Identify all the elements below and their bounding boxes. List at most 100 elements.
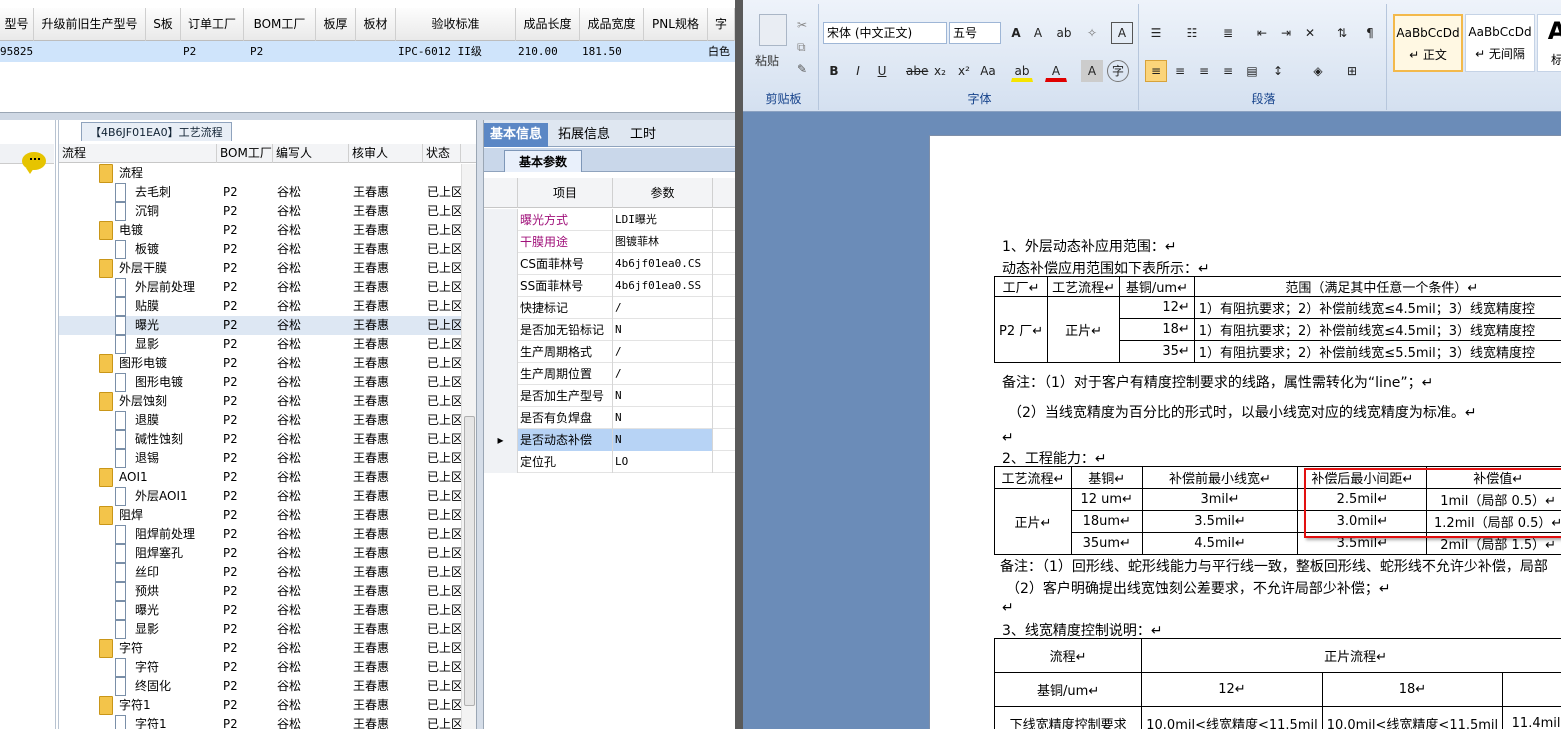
tab-basic-params[interactable]: 基本参数 bbox=[504, 150, 583, 172]
style-no-spacing[interactable]: AaBbCcDd ↵ 无间隔 bbox=[1465, 14, 1535, 72]
clear-format-icon[interactable]: ✧ bbox=[1081, 22, 1103, 44]
param-value[interactable]: N bbox=[613, 407, 713, 429]
col-header[interactable]: PNL规格 bbox=[644, 8, 708, 41]
param-row[interactable]: 快捷标记 / bbox=[484, 297, 735, 319]
vertical-splitter[interactable] bbox=[476, 120, 484, 729]
subscript-icon[interactable]: x₂ bbox=[929, 60, 951, 82]
text-effect-icon[interactable]: Aa bbox=[977, 60, 999, 82]
tree-row[interactable]: 曝光 P2 谷松 王春惠 已上区 bbox=[59, 316, 477, 335]
param-value[interactable]: 4b6jf01ea0.SS bbox=[613, 275, 713, 297]
row-indicator[interactable] bbox=[484, 253, 518, 275]
numbering-icon[interactable]: ☷ bbox=[1181, 22, 1203, 44]
tree-row[interactable]: 板镀 P2 谷松 王春惠 已上区 bbox=[59, 240, 477, 259]
char-border-icon[interactable]: A bbox=[1111, 22, 1133, 44]
grow-font-icon[interactable]: A bbox=[1005, 22, 1027, 44]
paste-icon[interactable] bbox=[759, 14, 787, 46]
decrease-indent-icon[interactable]: ⇤ bbox=[1251, 22, 1273, 44]
tree-row[interactable]: 显影 P2 谷松 王春惠 已上区 bbox=[59, 335, 477, 354]
tree-row[interactable]: 外层干膜 P2 谷松 王春惠 已上区 bbox=[59, 259, 477, 278]
increase-indent-icon[interactable]: ⇥ bbox=[1275, 22, 1297, 44]
tree-row[interactable]: 沉铜 P2 谷松 王春惠 已上区 bbox=[59, 202, 477, 221]
tree-row[interactable]: 阻焊塞孔 P2 谷松 王春惠 已上区 bbox=[59, 544, 477, 563]
italic-icon[interactable]: I bbox=[847, 60, 869, 82]
row-indicator[interactable] bbox=[484, 209, 518, 231]
justify-icon[interactable]: ≡ bbox=[1217, 60, 1239, 82]
tree-row[interactable]: 阻焊前处理 P2 谷松 王春惠 已上区 bbox=[59, 525, 477, 544]
line-spacing-icon[interactable]: ↕ bbox=[1267, 60, 1289, 82]
sort-icon[interactable]: ⇅ bbox=[1331, 22, 1353, 44]
col-header[interactable]: BOM工厂 bbox=[217, 144, 273, 163]
tree-row[interactable]: 预烘 P2 谷松 王春惠 已上区 bbox=[59, 582, 477, 601]
superscript-icon[interactable]: x² bbox=[953, 60, 975, 82]
col-header[interactable]: 参数 bbox=[613, 178, 713, 208]
row-indicator[interactable] bbox=[484, 385, 518, 407]
tree-row[interactable]: 外层AOI1 P2 谷松 王春惠 已上区 bbox=[59, 487, 477, 506]
tree-row[interactable]: 去毛刺 P2 谷松 王春惠 已上区 bbox=[59, 183, 477, 202]
tab-basic-info[interactable]: 基本信息 bbox=[484, 123, 548, 147]
shading-icon[interactable]: ◈ bbox=[1307, 60, 1329, 82]
param-value[interactable]: N bbox=[613, 429, 713, 451]
param-value[interactable]: / bbox=[613, 341, 713, 363]
row-indicator[interactable] bbox=[484, 451, 518, 473]
chinese-layout-icon[interactable]: ✕ bbox=[1299, 22, 1321, 44]
param-value[interactable]: N bbox=[613, 319, 713, 341]
tree-row[interactable]: AOI1 P2 谷松 王春惠 已上区 bbox=[59, 468, 477, 487]
row-indicator[interactable] bbox=[484, 275, 518, 297]
font-name-combo[interactable]: 宋体 (中文正文) bbox=[823, 22, 947, 44]
tree-row[interactable]: 字符1 P2 谷松 王春惠 已上区 bbox=[59, 715, 477, 729]
param-row[interactable]: ▸ 是否动态补偿 N bbox=[484, 429, 735, 451]
tree-row[interactable]: 外层蚀刻 P2 谷松 王春惠 已上区 bbox=[59, 392, 477, 411]
multilevel-icon[interactable]: ≣ bbox=[1217, 22, 1239, 44]
row-indicator[interactable] bbox=[484, 297, 518, 319]
col-header[interactable]: 订单工厂 bbox=[181, 8, 244, 41]
param-row[interactable]: 干膜用途 图镀菲林 bbox=[484, 231, 735, 253]
underline-icon[interactable]: U bbox=[871, 60, 893, 82]
tree-row[interactable]: 图形电镀 P2 谷松 王春惠 已上区 bbox=[59, 373, 477, 392]
param-row[interactable]: CS面菲林号 4b6jf01ea0.CS bbox=[484, 253, 735, 275]
tree-row[interactable]: 终固化 P2 谷松 王春惠 已上区 bbox=[59, 677, 477, 696]
tree-row[interactable]: 外层前处理 P2 谷松 王春惠 已上区 bbox=[59, 278, 477, 297]
col-header[interactable]: 板厚 bbox=[316, 8, 356, 41]
tree-row[interactable]: 字符1 P2 谷松 王春惠 已上区 bbox=[59, 696, 477, 715]
align-left-icon[interactable]: ≡ bbox=[1145, 60, 1167, 82]
row-indicator[interactable] bbox=[484, 341, 518, 363]
style-normal[interactable]: AaBbCcDd ↵ 正文 bbox=[1393, 14, 1463, 72]
copy-icon[interactable]: ⧉ bbox=[797, 40, 806, 55]
enclose-char-icon[interactable]: 字 bbox=[1107, 60, 1129, 82]
char-shading-icon[interactable]: A bbox=[1081, 60, 1103, 82]
style-heading[interactable]: A 标 bbox=[1537, 14, 1561, 72]
row-indicator[interactable] bbox=[484, 319, 518, 341]
col-header[interactable]: 升级前旧生产型号 bbox=[34, 8, 146, 41]
tree-row[interactable]: 阻焊 P2 谷松 王春惠 已上区 bbox=[59, 506, 477, 525]
row-indicator[interactable] bbox=[484, 231, 518, 253]
param-value[interactable]: N bbox=[613, 385, 713, 407]
order-grid-row[interactable]: 95825 P2 P2 IPC-6012 II级 210.00 181.50 白… bbox=[0, 41, 735, 62]
change-case-icon[interactable]: ab bbox=[1053, 22, 1075, 44]
col-header[interactable]: 验收标准 bbox=[396, 8, 516, 41]
col-header[interactable]: 流程 bbox=[59, 144, 217, 163]
tree-row[interactable]: 流程 bbox=[59, 164, 477, 183]
param-row[interactable]: 是否有负焊盘 N bbox=[484, 407, 735, 429]
col-header[interactable]: 核审人 bbox=[349, 144, 423, 163]
tree-row[interactable]: 碱性蚀刻 P2 谷松 王春惠 已上区 bbox=[59, 430, 477, 449]
chat-bubble-icon[interactable] bbox=[22, 152, 46, 174]
tree-row[interactable]: 退膜 P2 谷松 王春惠 已上区 bbox=[59, 411, 477, 430]
font-size-combo[interactable]: 五号 bbox=[949, 22, 1001, 44]
align-right-icon[interactable]: ≡ bbox=[1193, 60, 1215, 82]
param-row[interactable]: 曝光方式 LDI曝光 bbox=[484, 209, 735, 231]
col-header[interactable]: S板 bbox=[146, 8, 181, 41]
row-indicator[interactable] bbox=[484, 407, 518, 429]
tab-extended-info[interactable]: 拓展信息 bbox=[552, 123, 616, 147]
col-header[interactable]: 状态 bbox=[423, 144, 461, 163]
borders-icon[interactable]: ⊞ bbox=[1341, 60, 1363, 82]
col-header[interactable]: 型号 bbox=[0, 8, 34, 41]
highlight-icon[interactable]: ab bbox=[1011, 60, 1033, 82]
strikethrough-icon[interactable]: abe bbox=[905, 60, 928, 82]
font-color-icon[interactable]: A bbox=[1045, 60, 1067, 82]
param-row[interactable]: 生产周期位置 / bbox=[484, 363, 735, 385]
distributed-icon[interactable]: ▤ bbox=[1241, 60, 1263, 82]
scrollbar[interactable] bbox=[461, 164, 477, 729]
param-value[interactable]: LDI曝光 bbox=[613, 209, 713, 231]
col-header[interactable]: 字 bbox=[708, 8, 735, 41]
format-painter-icon[interactable]: ✎ bbox=[797, 62, 807, 76]
